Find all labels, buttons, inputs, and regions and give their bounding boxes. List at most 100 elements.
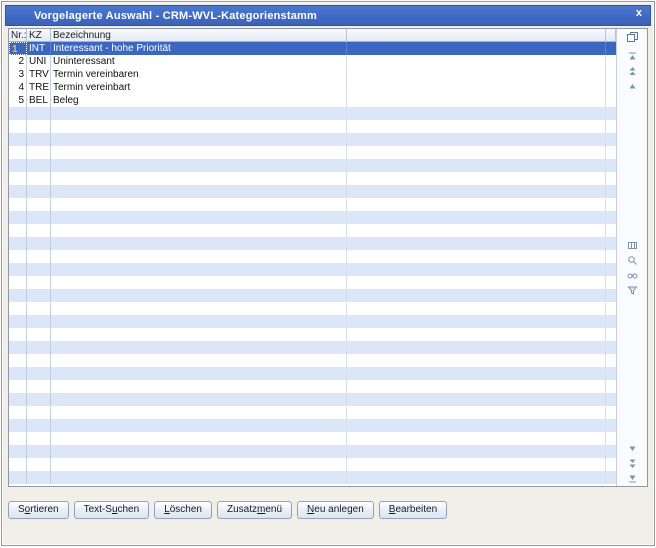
table-row-empty[interactable]	[9, 172, 616, 185]
table-row-empty[interactable]	[9, 367, 616, 380]
cell-empty	[347, 328, 606, 341]
cell-empty	[9, 276, 27, 289]
sortieren-button[interactable]: Sortieren	[8, 501, 69, 519]
binoculars-icon[interactable]	[625, 269, 640, 282]
table-row-empty[interactable]	[9, 159, 616, 172]
cell-empty	[347, 458, 606, 471]
category-grid: Nr.:KZBezeichnung1INTInteressant - hohe …	[9, 29, 616, 486]
table-row-empty[interactable]	[9, 198, 616, 211]
window-title: Vorgelagerte Auswahl - CRM-WVL-Kategorie…	[6, 10, 317, 22]
table-row-empty[interactable]	[9, 393, 616, 406]
title-bar[interactable]: Vorgelagerte Auswahl - CRM-WVL-Kategorie…	[5, 5, 651, 26]
table-row-empty[interactable]	[9, 211, 616, 224]
cell-empty	[51, 393, 347, 406]
row-down-icon[interactable]	[625, 442, 640, 455]
page-down-icon[interactable]	[625, 457, 640, 470]
table-row-empty[interactable]	[9, 406, 616, 419]
table-row-empty[interactable]	[9, 354, 616, 367]
table-row-empty[interactable]	[9, 263, 616, 276]
cell-empty	[347, 380, 606, 393]
table-row-empty[interactable]	[9, 341, 616, 354]
cell-empty	[9, 107, 27, 120]
cell-empty	[51, 250, 347, 263]
table-row-empty[interactable]	[9, 302, 616, 315]
cell-empty	[9, 289, 27, 302]
table-row-empty[interactable]	[9, 250, 616, 263]
cell-empty	[27, 302, 51, 315]
page-up-icon[interactable]	[625, 65, 640, 78]
columns-icon[interactable]	[625, 239, 640, 252]
cell-empty	[27, 107, 51, 120]
cell-empty	[347, 367, 606, 380]
cell-end	[606, 94, 616, 107]
table-row-empty[interactable]	[9, 185, 616, 198]
cell-empty	[347, 159, 606, 172]
table-row-empty[interactable]	[9, 133, 616, 146]
close-button[interactable]: x	[636, 7, 642, 19]
cell-empty	[9, 120, 27, 133]
cell-empty	[347, 354, 606, 367]
table-row[interactable]: 2UNIUninteressant	[9, 55, 616, 68]
cell-bezeichnung: Termin vereinbaren	[51, 68, 347, 81]
cell-empty	[51, 159, 347, 172]
cell-empty	[9, 367, 27, 380]
cell-empty	[9, 263, 27, 276]
cell-empty	[347, 393, 606, 406]
cell-empty	[347, 432, 606, 445]
cell-empty	[51, 302, 347, 315]
table-row-empty[interactable]	[9, 432, 616, 445]
cell-empty	[606, 471, 616, 484]
cell-empty	[606, 393, 616, 406]
cell-empty	[347, 419, 606, 432]
scroll-top-icon[interactable]	[625, 50, 640, 63]
filter-icon[interactable]	[625, 284, 640, 297]
table-row[interactable]: 5BELBeleg	[9, 94, 616, 107]
cell-empty	[27, 224, 51, 237]
table-row-empty[interactable]	[9, 471, 616, 484]
zusatzmen--button[interactable]: Zusatzmenü	[217, 501, 292, 519]
cell-empty	[51, 458, 347, 471]
table-row-empty[interactable]	[9, 419, 616, 432]
cell-empty	[27, 146, 51, 159]
cell-empty	[9, 328, 27, 341]
table-row[interactable]: 3TRVTermin vereinbaren	[9, 68, 616, 81]
column-header-end[interactable]	[606, 29, 616, 42]
column-header-kz[interactable]: KZ	[27, 29, 51, 42]
cell-empty	[606, 328, 616, 341]
cell-empty	[606, 133, 616, 146]
column-header-nr[interactable]: Nr.:	[9, 29, 27, 42]
cell-empty	[27, 315, 51, 328]
table-row-empty[interactable]	[9, 224, 616, 237]
table-row-selected[interactable]: 1INTInteressant - hohe Priorität	[9, 42, 616, 55]
row-up-icon[interactable]	[625, 80, 640, 93]
table-row-empty[interactable]	[9, 458, 616, 471]
text-suchen-button[interactable]: Text-Suchen	[74, 501, 150, 519]
cell-empty	[9, 224, 27, 237]
neu-anlegen-button[interactable]: Neu anlegen	[297, 501, 374, 519]
table-row-empty[interactable]	[9, 445, 616, 458]
table-row-empty[interactable]	[9, 289, 616, 302]
bearbeiten-button[interactable]: Bearbeiten	[379, 501, 447, 519]
scroll-bottom-icon[interactable]	[625, 472, 640, 485]
table-row-empty[interactable]	[9, 120, 616, 133]
column-header-bezeichnung[interactable]: Bezeichnung	[51, 29, 347, 42]
cell-empty	[606, 107, 616, 120]
table-row-empty[interactable]	[9, 146, 616, 159]
cell-empty	[9, 315, 27, 328]
cell-end	[606, 81, 616, 94]
table-row-empty[interactable]	[9, 237, 616, 250]
cell-empty	[51, 198, 347, 211]
search-icon[interactable]	[625, 254, 640, 267]
column-header-extra[interactable]	[347, 29, 606, 42]
cell-empty	[27, 367, 51, 380]
cell-empty	[347, 133, 606, 146]
cell-empty	[606, 341, 616, 354]
table-row-empty[interactable]	[9, 107, 616, 120]
table-row-empty[interactable]	[9, 328, 616, 341]
table-row[interactable]: 4TRETermin vereinbart	[9, 81, 616, 94]
table-row-empty[interactable]	[9, 380, 616, 393]
table-row-empty[interactable]	[9, 315, 616, 328]
l-schen-button[interactable]: Löschen	[154, 501, 212, 519]
copy-icon[interactable]	[625, 30, 640, 43]
table-row-empty[interactable]	[9, 276, 616, 289]
